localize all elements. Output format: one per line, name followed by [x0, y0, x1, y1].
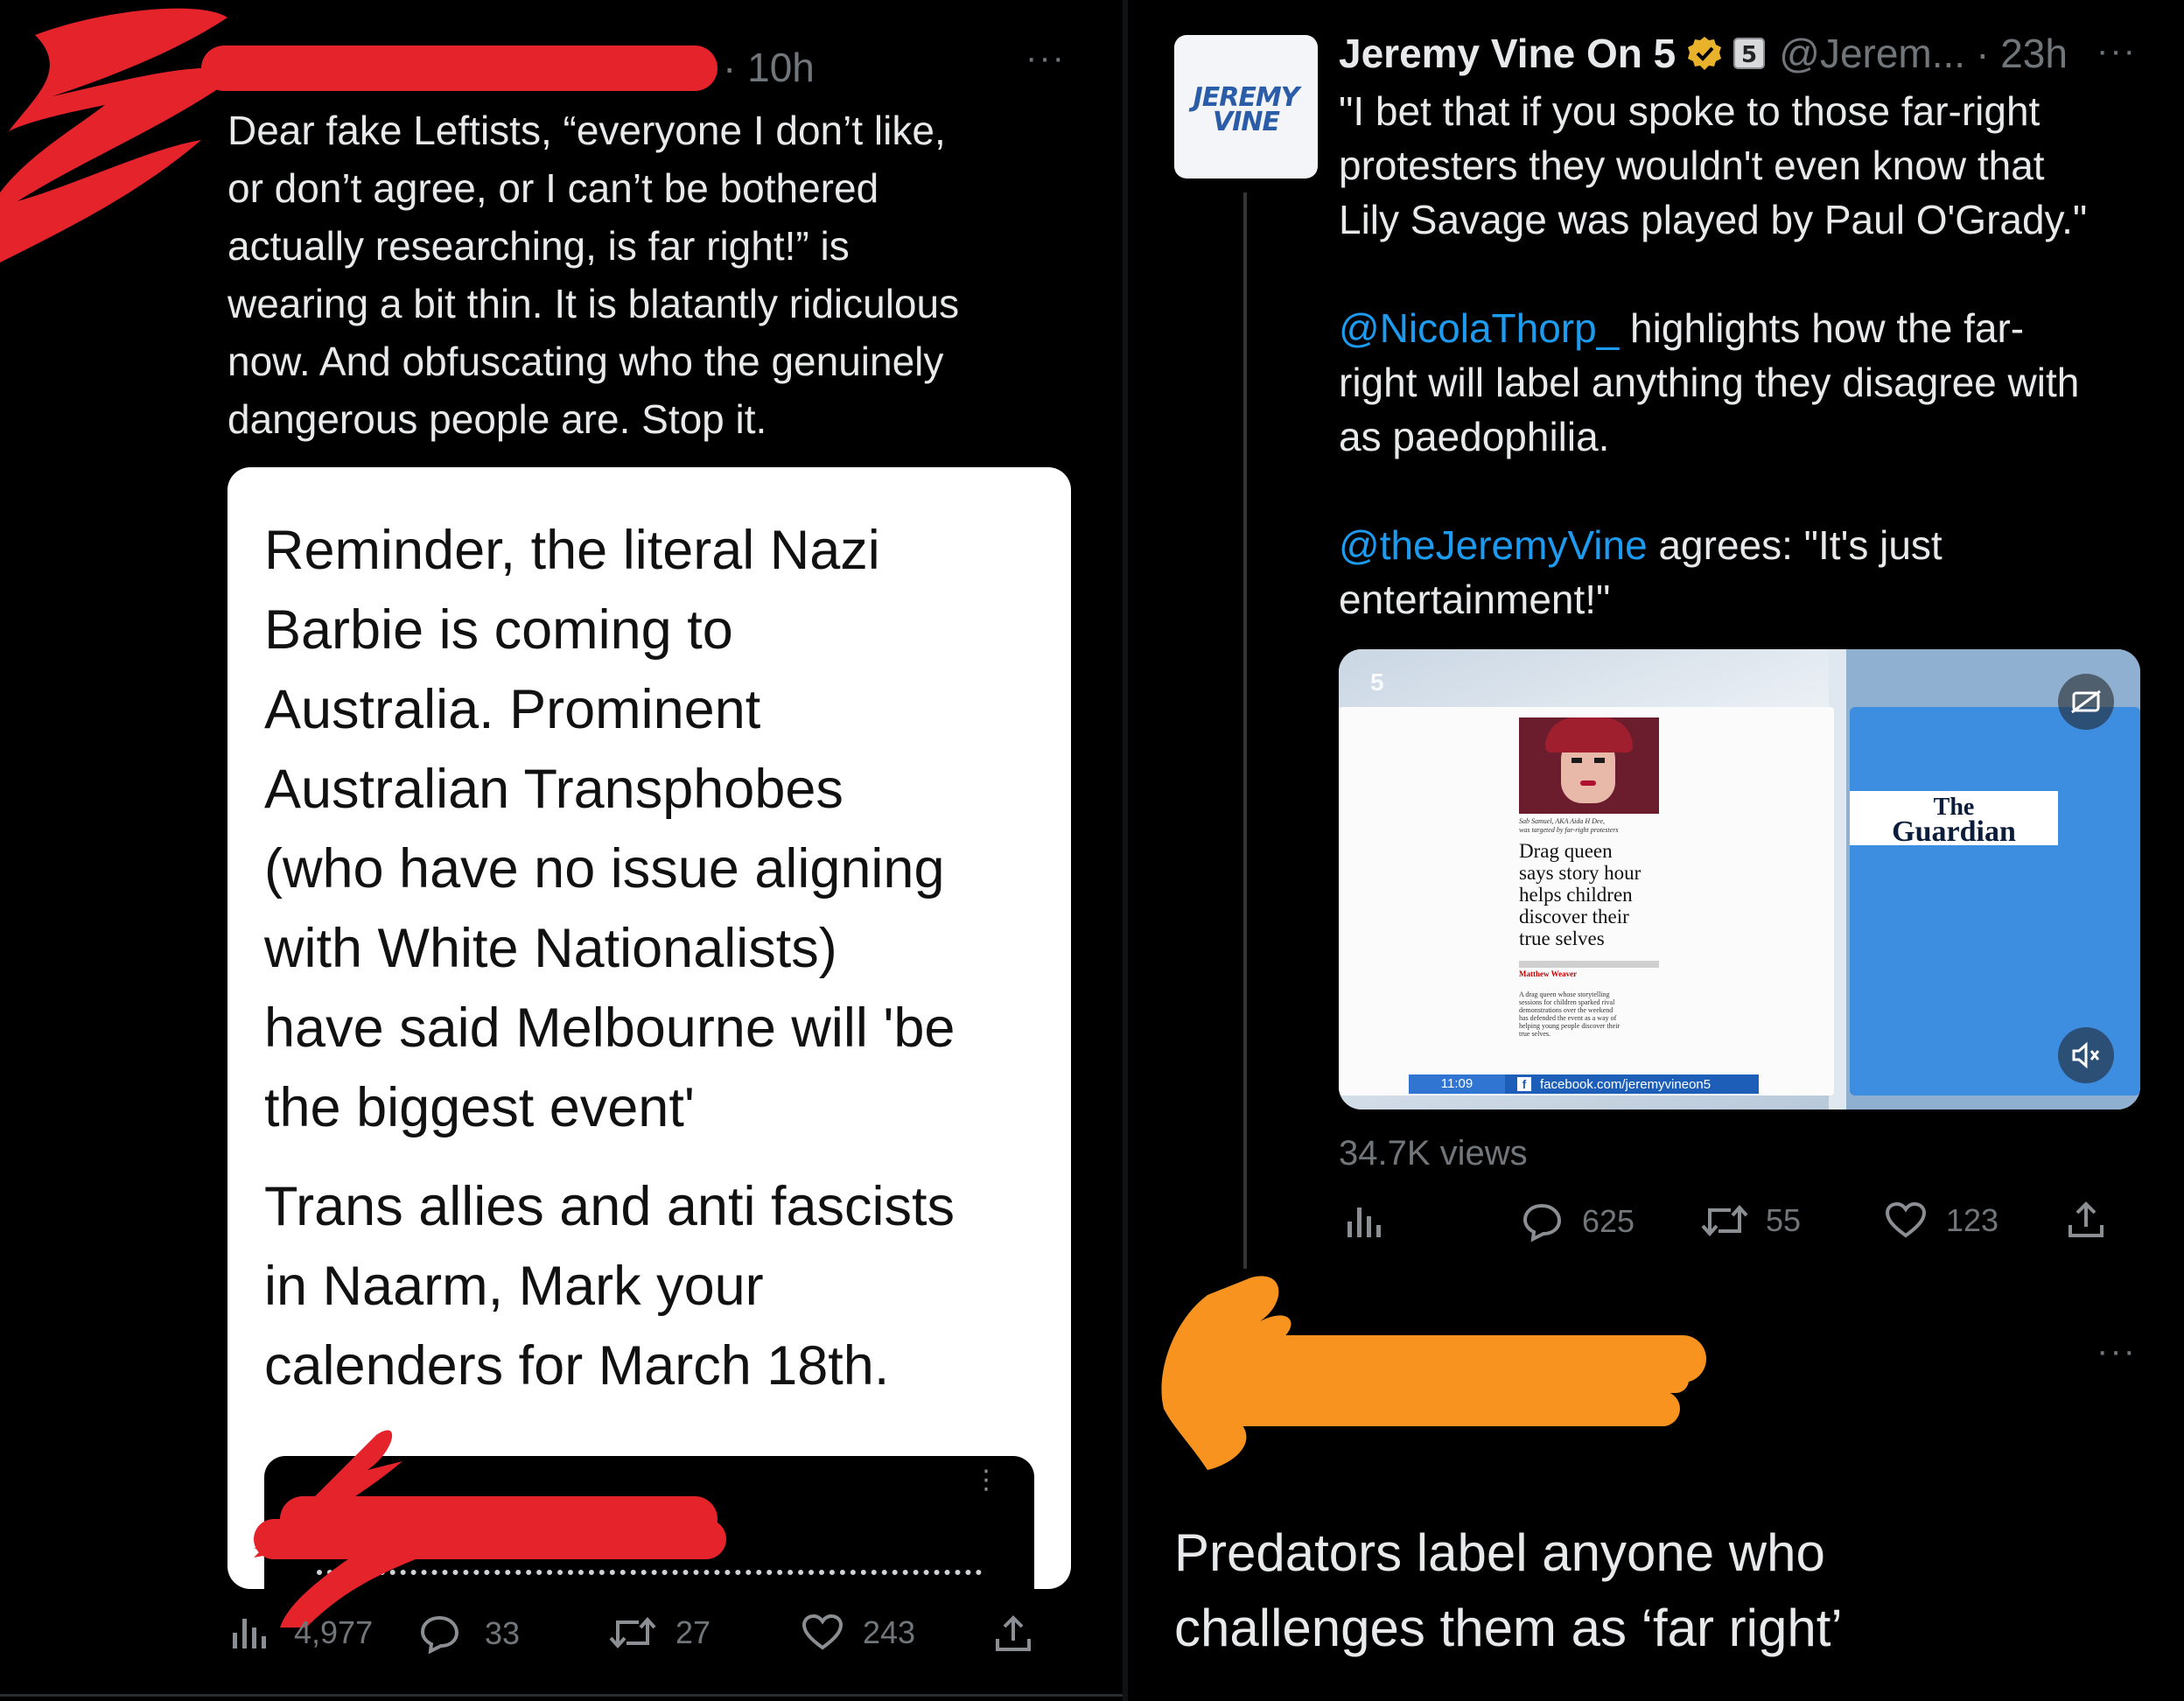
nested-more-icon: ⋮ [973, 1466, 999, 1494]
thread-line [1243, 192, 1247, 1269]
reply-button[interactable]: 625 [1522, 1202, 1635, 1242]
article-byline: Matthew Weaver [1519, 970, 1578, 978]
captions-off-icon [2071, 690, 2101, 714]
mute-button[interactable] [2058, 1027, 2114, 1083]
facebook-icon: f [1517, 1077, 1531, 1091]
reply-icon [420, 1615, 459, 1655]
more-options-icon[interactable]: ··· [1026, 38, 1066, 78]
reply-button[interactable]: 33 [420, 1614, 521, 1655]
like-button[interactable]: 123 [1885, 1201, 1999, 1239]
view-count: 34.7K views [1339, 1134, 1528, 1172]
like-count: 123 [1946, 1202, 1999, 1238]
logo-vine: VINE [1213, 107, 1280, 137]
guardian-logo-line2: Guardian [1892, 816, 2016, 848]
share-icon[interactable] [2067, 1200, 2105, 1239]
views-count: 4,977 [294, 1614, 374, 1650]
captions-button[interactable] [2058, 674, 2114, 730]
retweet-count: 27 [676, 1614, 711, 1650]
orange-redaction [1161, 1276, 1706, 1470]
views-button[interactable]: 4,977 [229, 1614, 373, 1651]
like-count: 243 [863, 1614, 916, 1650]
heart-icon [802, 1614, 844, 1650]
tweet-body: Dear fake Leftists, “everyone I don’t li… [228, 108, 960, 442]
body-p2-a: highlights how the far- [1619, 305, 2025, 351]
body-p3-a: agrees: "It's just [1647, 522, 1942, 568]
body-p3-b: entertainment!" [1339, 577, 1611, 622]
panel-bottom-border [0, 1694, 1123, 1697]
article-caption: Sab Samuel, AKA Aida H Dee, was targeted… [1519, 817, 1619, 834]
video-player[interactable]: 5 Sab Samuel, AKA Aida H Dee, was target… [1339, 649, 2140, 1110]
article-panel: Sab Samuel, AKA Aida H Dee, was targeted… [1339, 707, 1834, 1096]
retweet-icon [609, 1616, 656, 1649]
muted-speaker-icon [2072, 1041, 2100, 1069]
more-options-icon[interactable]: ··· [2096, 1332, 2137, 1371]
facebook-url: facebook.com/jeremyvineon5 [1540, 1076, 1712, 1092]
reply-count: 33 [485, 1615, 521, 1651]
guardian-logo: The Guardian [1850, 791, 2058, 848]
views-icon [233, 1619, 266, 1648]
retweet-icon [1701, 1204, 1748, 1237]
channel5-badge-icon: 5 [1733, 38, 1766, 69]
lower-third: 11:09 f facebook.com/jeremyvineon5 [1409, 1074, 1759, 1094]
avatar[interactable]: JEREMY VINE [1174, 35, 1318, 178]
tweet-header: Jeremy Vine On 5 5 @Jerem... · 23h [1339, 30, 2068, 77]
red-redaction-bottom [254, 1430, 726, 1628]
clock: 11:09 [1409, 1074, 1505, 1094]
article-headline: Drag queen says story hour helps childre… [1519, 840, 1642, 949]
tweet-time: · 23h [1976, 31, 2068, 76]
quoted-paragraph-1: Reminder, the literal Nazi Barbie is com… [264, 520, 956, 1138]
verified-badge-icon [1688, 37, 1722, 70]
analytics-icon[interactable] [1344, 1204, 1382, 1239]
reply-body: Predators label anyone who challenges th… [1174, 1523, 1843, 1657]
channel-badge: 5 [1370, 668, 1384, 696]
article-photo [1519, 718, 1659, 814]
like-button[interactable]: 243 [802, 1614, 915, 1651]
handle[interactable]: @Jerem... [1779, 30, 1965, 77]
mention-nicola[interactable]: @NicolaThorp_ [1339, 305, 1619, 351]
more-options-icon[interactable]: ··· [2096, 32, 2137, 71]
article-rule [1519, 961, 1659, 968]
svg-text:5: 5 [1741, 42, 1757, 68]
display-name[interactable]: Jeremy Vine On 5 [1339, 30, 1676, 77]
tweet-time: · 10h [723, 45, 815, 90]
article-text: A drag queen whose storytelling sessions… [1519, 990, 1620, 1038]
panel-divider [1123, 0, 1128, 1701]
tweet-body: "I bet that if you spoke to those far-ri… [1339, 84, 2152, 626]
mention-jeremy[interactable]: @theJeremyVine [1339, 522, 1648, 568]
heart-icon [1885, 1201, 1927, 1238]
reply-count: 625 [1582, 1203, 1635, 1239]
body-quote: "I bet that if you spoke to those far-ri… [1339, 88, 2088, 242]
retweet-button[interactable]: 55 [1701, 1202, 1801, 1239]
reply-icon [1522, 1203, 1562, 1242]
quoted-paragraph-2: Trans allies and anti fascists in Naarm,… [264, 1176, 956, 1396]
body-p2-b: right will label anything they disagree … [1339, 360, 2080, 459]
share-icon[interactable] [994, 1614, 1032, 1653]
retweet-button[interactable]: 27 [609, 1614, 710, 1651]
retweet-count: 55 [1766, 1202, 1802, 1238]
